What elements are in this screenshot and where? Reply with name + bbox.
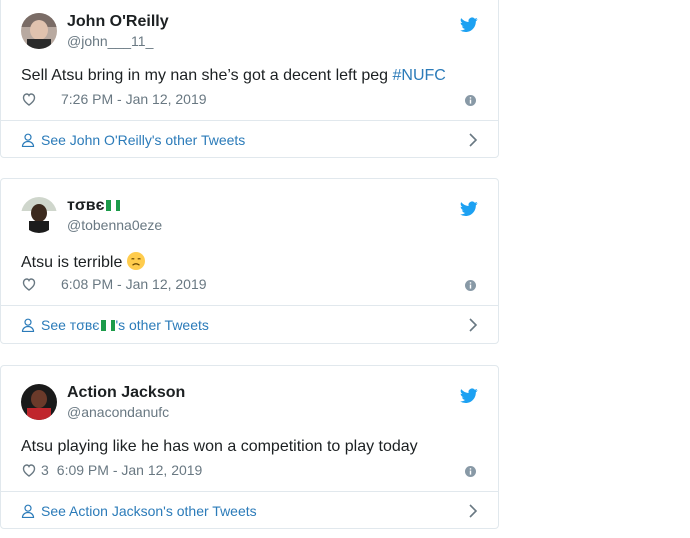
disappointed-face-emoji (127, 252, 146, 270)
nigeria-flag-emoji (106, 200, 121, 211)
author-name[interactable]: ᴛσʙє (67, 197, 121, 215)
avatar[interactable] (21, 197, 57, 233)
see-other-tweets-label-suffix: 's other Tweets (115, 317, 209, 333)
chevron-right-icon (469, 318, 478, 332)
tweet-card: Action Jackson @anacondanufc Atsu playin… (0, 365, 499, 529)
nigeria-flag-emoji (101, 319, 116, 331)
avatar[interactable] (21, 384, 57, 420)
tweet-card: John O'Reilly @john___11_ Sell Atsu brin… (0, 0, 499, 158)
author-handle[interactable]: @tobenna0eze (67, 217, 162, 233)
heart-icon[interactable] (21, 462, 37, 478)
hashtag-link[interactable]: #NUFC (393, 67, 446, 84)
author-handle[interactable]: @anacondanufc (67, 404, 169, 420)
see-other-tweets-label-prefix: See ᴛσʙє (41, 317, 100, 333)
author-name-text: ᴛσʙє (67, 197, 105, 214)
tweet-meta: 6:08 PM - Jan 12, 2019 (21, 276, 207, 292)
tweet-text-body: Atsu is terrible (21, 254, 123, 271)
see-other-tweets-label: See John O'Reilly's other Tweets (41, 132, 246, 148)
tweet-meta: 3 6:09 PM - Jan 12, 2019 (21, 462, 202, 478)
tweet-text: Atsu playing like he has won a competiti… (21, 438, 418, 455)
chevron-right-icon (469, 133, 478, 147)
chevron-right-icon (469, 504, 478, 518)
heart-icon[interactable] (21, 91, 37, 107)
tweet-timestamp[interactable]: 6:08 PM - Jan 12, 2019 (61, 276, 207, 292)
like-count: 3 (41, 462, 49, 478)
tweet-timestamp[interactable]: 6:09 PM - Jan 12, 2019 (57, 462, 203, 478)
tweet-timestamp[interactable]: 7:26 PM - Jan 12, 2019 (61, 91, 207, 107)
author-name[interactable]: John O'Reilly (67, 13, 169, 31)
twitter-bird-icon[interactable] (460, 388, 478, 404)
person-icon (21, 504, 35, 518)
person-icon (21, 133, 35, 147)
info-icon[interactable] (465, 95, 476, 106)
see-other-tweets-link[interactable]: See Action Jackson's other Tweets (21, 492, 478, 530)
tweet-text-body: Sell Atsu bring in my nan she’s got a de… (21, 67, 393, 84)
author-handle[interactable]: @john___11_ (67, 33, 153, 49)
author-name[interactable]: Action Jackson (67, 384, 185, 402)
person-icon (21, 318, 35, 332)
twitter-bird-icon[interactable] (460, 17, 478, 33)
info-icon[interactable] (465, 280, 476, 291)
twitter-bird-icon[interactable] (460, 201, 478, 217)
avatar[interactable] (21, 13, 57, 49)
see-other-tweets-link[interactable]: See ᴛσʙє 's other Tweets (21, 306, 478, 344)
tweet-text: Sell Atsu bring in my nan she’s got a de… (21, 67, 446, 85)
info-icon[interactable] (465, 466, 476, 477)
tweet-meta: 7:26 PM - Jan 12, 2019 (21, 91, 207, 107)
tweet-text: Atsu is terrible (21, 252, 146, 272)
see-other-tweets-label: See Action Jackson's other Tweets (41, 503, 257, 519)
tweet-card: ᴛσʙє @tobenna0eze Atsu is terrible 6:08 … (0, 178, 499, 344)
heart-icon[interactable] (21, 276, 37, 292)
see-other-tweets-link[interactable]: See John O'Reilly's other Tweets (21, 121, 478, 159)
